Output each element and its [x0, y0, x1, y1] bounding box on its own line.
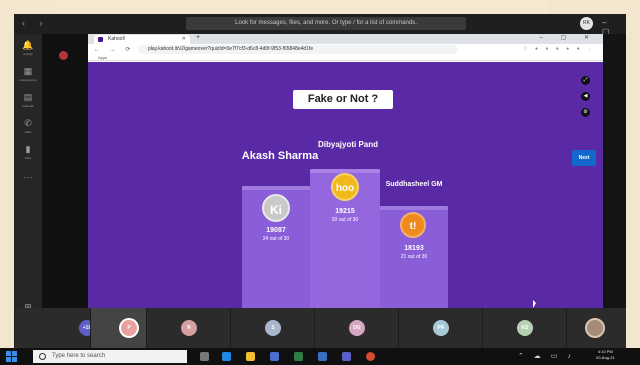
- sound-icon[interactable]: ◀: [581, 92, 590, 101]
- files-icon: ▮: [25, 144, 31, 154]
- podium-detail-third: 21 out of 30: [400, 254, 428, 260]
- mail-icon[interactable]: [294, 352, 303, 361]
- windows-taskbar: Type here to search ⌃ ☁ ▭ ♪ 4:10 PM 20-A…: [0, 348, 640, 365]
- podium-score-second: 19087: [266, 227, 286, 234]
- edge-icon[interactable]: [222, 352, 231, 361]
- windows-start-icon[interactable]: [6, 351, 17, 362]
- player-badge-first: hoo: [331, 173, 359, 201]
- teams-search-input[interactable]: Look for messages, files, and more. Or t…: [186, 17, 466, 30]
- system-tray-icons[interactable]: ⌃ ☁ ▭ ♪: [518, 352, 575, 360]
- kahoot-podium-screen: Fake or Not ? ⤢ ◀ ⚙ Next Akash Sharma Ki…: [88, 62, 603, 308]
- chrome-icon[interactable]: [366, 352, 375, 361]
- teams-icon: ▦: [23, 66, 33, 76]
- participant-tile[interactable]: R: [146, 308, 230, 348]
- podium-name-third: Suddhasheel GM: [385, 181, 443, 188]
- rail-item-files[interactable]: ▮ Files: [14, 144, 42, 160]
- participant-tile[interactable]: KS: [482, 308, 566, 348]
- top-frame: [0, 0, 640, 14]
- back-forward-icon[interactable]: ‹ ›: [22, 18, 49, 28]
- teams-title-bar: ‹ › Look for messages, files, and more. …: [14, 14, 626, 45]
- teams-app-rail: 🔔 Activity ▦ Assignments ▤ Calendar ✆ Calls …: [14, 34, 42, 348]
- podium-name-first: Dibyajyoti Pand: [317, 140, 378, 149]
- participant-avatar: KS: [517, 320, 533, 336]
- search-icon: [39, 353, 46, 360]
- podium-name-second: Akash Sharma: [241, 150, 319, 162]
- participant-tile[interactable]: S: [230, 308, 314, 348]
- shared-screen-margin-right: [603, 34, 626, 308]
- activity-icon: 🔔: [22, 40, 34, 50]
- profile-avatar[interactable]: RK: [580, 17, 593, 30]
- player-badge-third: t!: [400, 212, 426, 238]
- podium-detail-first: 20 out of 30: [331, 217, 359, 223]
- browser-address-bar: ← → ⟳ ⌂ play.kahoot.it/v2/gameover?quizI…: [88, 44, 603, 55]
- rail-item-assignments[interactable]: ▦ Assignments: [14, 66, 42, 82]
- shared-browser-window: Kahoot! ✕ + – ▢ ✕ ← → ⟳ ⌂ play.kahoot.it…: [88, 34, 603, 308]
- new-tab-icon[interactable]: +: [196, 34, 200, 41]
- browser-tab-title: Kahoot!: [108, 36, 126, 42]
- photos-icon[interactable]: [318, 352, 327, 361]
- participant-tile[interactable]: +18: [14, 308, 95, 348]
- rail-item-activity[interactable]: 🔔 Activity: [14, 40, 42, 56]
- extensions-icons[interactable]: ☆ ● ● ● ● ● ⋮: [523, 46, 595, 52]
- podium-detail-second: 24 out of 30: [262, 236, 290, 242]
- fullscreen-icon[interactable]: ⤢: [581, 76, 590, 85]
- quiz-title: Fake or Not ?: [293, 90, 393, 109]
- participant-tile[interactable]: PR: [398, 308, 482, 348]
- participant-avatar: PR: [433, 320, 449, 336]
- player-badge-second: Ki: [262, 194, 290, 222]
- rail-item-calls[interactable]: ✆ Calls: [14, 118, 42, 134]
- participant-tile[interactable]: DG: [314, 308, 398, 348]
- calendar-icon: ▤: [23, 92, 33, 102]
- file-explorer-icon[interactable]: [246, 352, 255, 361]
- more-icon: ···: [23, 172, 33, 182]
- teams-taskbar-icon[interactable]: [342, 352, 351, 361]
- url-field[interactable]: play.kahoot.it/v2/gameover?quizId=3e7f7c…: [138, 45, 458, 54]
- settings-icon[interactable]: ⚙: [581, 108, 590, 117]
- task-view-icon[interactable]: [200, 352, 209, 361]
- screen: ‹ › Look for messages, files, and more. …: [0, 0, 640, 365]
- next-button[interactable]: Next: [572, 150, 596, 166]
- browser-tab[interactable]: Kahoot! ✕: [94, 35, 190, 44]
- kahoot-favicon-icon: [98, 37, 103, 42]
- rail-item-calendar[interactable]: ▤ Calendar: [14, 92, 42, 108]
- calls-icon: ✆: [24, 118, 32, 128]
- participant-photo-avatar: [585, 318, 605, 338]
- close-tab-icon[interactable]: ✕: [182, 35, 186, 44]
- browser-tab-bar: Kahoot! ✕ + – ▢ ✕: [88, 34, 603, 44]
- participant-avatar: P: [121, 320, 137, 336]
- bookmarks-bar: Apps: [88, 55, 603, 61]
- participant-avatar: S: [265, 320, 281, 336]
- taskbar-search-input[interactable]: Type here to search: [33, 350, 187, 363]
- bookmark-apps[interactable]: Apps: [98, 55, 107, 60]
- participant-tile[interactable]: [566, 308, 626, 348]
- podium-score-first: 19215: [335, 208, 355, 215]
- taskbar-clock[interactable]: 4:10 PM 20-Aug-21: [596, 349, 615, 361]
- participants-tray: +18 P R S DG PR KS: [14, 308, 626, 348]
- store-icon[interactable]: [270, 352, 279, 361]
- rail-item-more[interactable]: ···: [14, 172, 42, 182]
- participant-avatar: DG: [349, 320, 365, 336]
- participant-avatar: R: [181, 320, 197, 336]
- participant-tile[interactable]: P: [90, 308, 146, 348]
- podium-score-third: 18193: [404, 245, 424, 252]
- mouse-cursor-icon: [533, 300, 536, 308]
- shared-screen-margin: [42, 34, 88, 308]
- recording-indicator-icon: [59, 51, 68, 60]
- browser-window-controls[interactable]: – ▢ ✕: [540, 34, 597, 41]
